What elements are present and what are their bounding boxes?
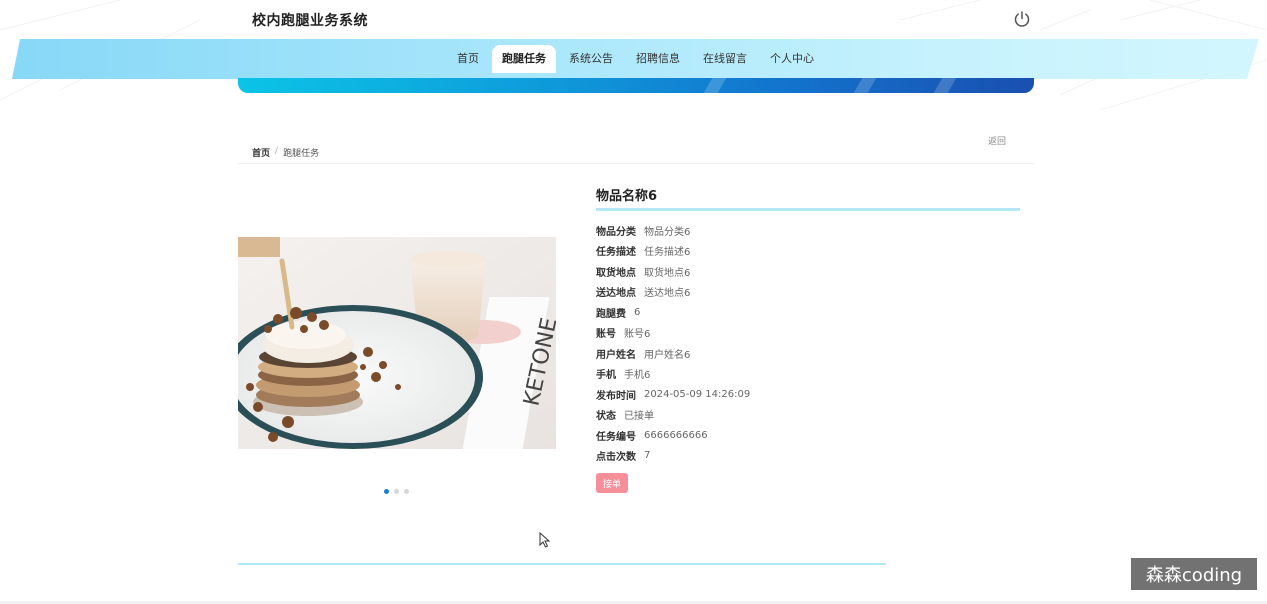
detail-row-username: 用户姓名 用户姓名6 — [596, 343, 750, 364]
back-link[interactable]: 返回 — [988, 134, 1006, 147]
detail-value: 物品分类6 — [644, 226, 691, 238]
carousel-dot[interactable] — [394, 489, 399, 494]
detail-row-pickup: 取货地点 取货地点6 — [596, 261, 750, 282]
divider — [238, 163, 1034, 164]
detail-row-clicks: 点击次数 7 — [596, 446, 750, 467]
breadcrumb: 首页 / 跑腿任务 — [252, 146, 319, 159]
detail-value: 6 — [634, 306, 641, 318]
detail-label: 状态 — [596, 411, 616, 423]
detail-label: 任务编号 — [596, 431, 636, 443]
detail-label: 任务描述 — [596, 247, 636, 259]
nav-item-errand-tasks[interactable]: 跑腿任务 — [492, 45, 556, 73]
item-name: 物品名称6 — [596, 189, 658, 204]
detail-row-fee: 跑腿费 6 — [596, 302, 750, 323]
detail-value: 送达地点6 — [644, 288, 691, 300]
carousel-dot[interactable] — [404, 489, 409, 494]
nav-item-announcements[interactable]: 系统公告 — [559, 45, 623, 73]
title-underline — [596, 208, 1020, 211]
detail-row-status: 状态 已接单 — [596, 405, 750, 426]
accept-order-button[interactable]: 接单 — [596, 473, 628, 493]
detail-value: 账号6 — [624, 329, 651, 341]
detail-row-phone: 手机 手机6 — [596, 364, 750, 385]
detail-row-task-number: 任务编号 6666666666 — [596, 425, 750, 446]
detail-value: 已接单 — [624, 411, 654, 423]
detail-label: 手机 — [596, 370, 616, 382]
detail-label: 点击次数 — [596, 452, 636, 464]
detail-row-category: 物品分类 物品分类6 — [596, 220, 750, 241]
breadcrumb-separator: / — [275, 146, 279, 156]
detail-row-delivery: 送达地点 送达地点6 — [596, 282, 750, 303]
bottom-divider — [238, 563, 886, 565]
site-title: 校内跑腿业务系统 — [252, 13, 368, 29]
detail-value: 手机6 — [624, 370, 651, 382]
mouse-cursor-icon — [539, 532, 551, 548]
detail-value: 7 — [644, 450, 651, 462]
nav-item-messages[interactable]: 在线留言 — [693, 45, 757, 73]
carousel-dot[interactable] — [384, 489, 389, 494]
detail-label: 物品分类 — [596, 226, 636, 238]
main-nav: 首页 跑腿任务 系统公告 招聘信息 在线留言 个人中心 — [447, 45, 827, 73]
item-details: 物品分类 物品分类6 任务描述 任务描述6 取货地点 取货地点6 送达地点 送达… — [596, 220, 750, 466]
nav-item-home[interactable]: 首页 — [447, 45, 489, 73]
detail-value: 用户姓名6 — [644, 349, 691, 361]
detail-value: 6666666666 — [644, 429, 708, 441]
watermark: 森森coding — [1131, 558, 1257, 590]
nav-item-jobs[interactable]: 招聘信息 — [626, 45, 690, 73]
detail-label: 跑腿费 — [596, 308, 626, 320]
detail-row-account: 账号 账号6 — [596, 323, 750, 344]
detail-value: 取货地点6 — [644, 267, 691, 279]
breadcrumb-home[interactable]: 首页 — [252, 146, 270, 159]
detail-label: 送达地点 — [596, 288, 636, 300]
detail-label: 发布时间 — [596, 390, 636, 402]
breadcrumb-current: 跑腿任务 — [283, 149, 320, 159]
nav-item-personal-center[interactable]: 个人中心 — [760, 45, 824, 73]
detail-label: 取货地点 — [596, 267, 636, 279]
power-icon[interactable] — [1013, 10, 1031, 28]
item-photo[interactable]: KETONE — [238, 237, 556, 449]
carousel-dots — [384, 489, 409, 494]
detail-label: 用户姓名 — [596, 349, 636, 361]
detail-row-description: 任务描述 任务描述6 — [596, 241, 750, 262]
banner-image — [238, 78, 1034, 93]
detail-label: 账号 — [596, 329, 616, 341]
detail-value: 2024-05-09 14:26:09 — [644, 388, 751, 400]
detail-row-publish-time: 发布时间 2024-05-09 14:26:09 — [596, 384, 750, 405]
detail-value: 任务描述6 — [644, 247, 691, 259]
